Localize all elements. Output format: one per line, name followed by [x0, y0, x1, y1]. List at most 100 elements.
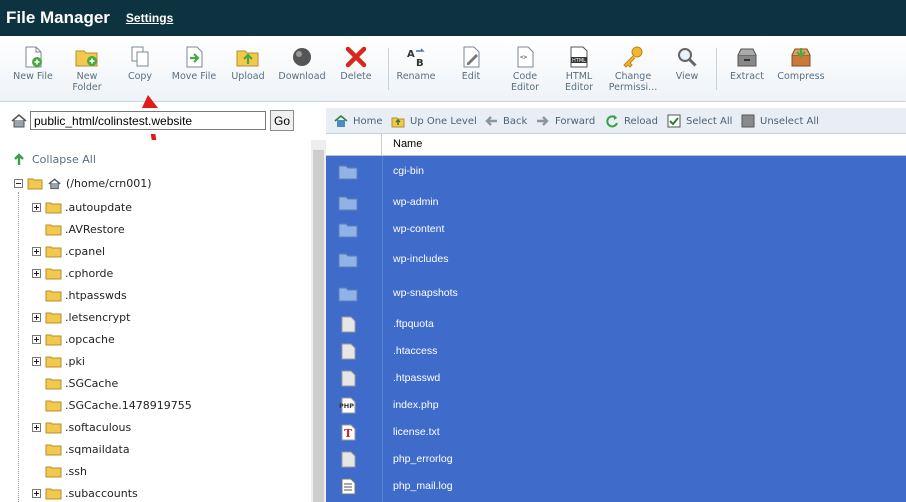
tree-item[interactable]: .autoupdate [32, 199, 132, 215]
compress-icon [791, 48, 811, 67]
tree-item-label: .SGCache [65, 376, 119, 390]
copy-button[interactable]: Copy [110, 46, 170, 82]
file-row[interactable]: wp-admin [326, 189, 906, 216]
svg-text:PHP: PHP [339, 402, 354, 410]
expand-toggle-icon[interactable] [32, 422, 41, 432]
tree-item-label: .cphorde [65, 266, 114, 280]
expand-toggle-icon[interactable] [32, 312, 41, 322]
file-row[interactable]: .ftpquota [326, 311, 906, 338]
file-name: wp-snapshots [393, 287, 458, 299]
tree-item[interactable]: .SGCache [45, 375, 118, 391]
tree-item[interactable]: .cphorde [32, 265, 113, 281]
expand-toggle-icon[interactable] [32, 488, 41, 498]
tool-label: HTML Editor [564, 71, 594, 93]
collapse-toggle-icon[interactable] [14, 179, 23, 188]
folder-icon [45, 466, 62, 477]
file-row[interactable]: php_mail.log [326, 473, 906, 500]
new-folder-icon [75, 50, 98, 67]
name-column-header[interactable]: Name [393, 138, 422, 150]
file-row[interactable]: PHP index.php [326, 392, 906, 419]
up-one-level-button[interactable]: Up One Level [391, 114, 477, 128]
tree-item[interactable]: .SGCache.1478919755 [45, 397, 192, 413]
page-title: File Manager [6, 8, 110, 27]
folder-icon [45, 422, 62, 433]
select-all-label: Select All [686, 115, 733, 127]
unselect-all-button[interactable]: Unselect All [741, 114, 819, 128]
download-icon [293, 48, 311, 66]
folder-tree: Collapse All (/home/crn001) .autoupdate.… [0, 140, 311, 502]
expand-toggle-icon[interactable] [32, 334, 41, 344]
magnifier-icon [678, 48, 697, 67]
back-arrow-icon [485, 116, 497, 126]
html-editor-button[interactable]: HTML HTML Editor [549, 46, 609, 93]
expand-toggle-icon[interactable] [32, 268, 41, 278]
compress-button[interactable]: Compress [771, 46, 831, 82]
file-row[interactable]: cgi-bin [326, 158, 906, 185]
code-editor-button[interactable]: <> Code Editor [495, 46, 555, 93]
open-folder-icon [27, 178, 43, 190]
path-input[interactable] [30, 111, 266, 130]
file-name: php_mail.log [393, 480, 453, 492]
checkbox-checked-icon [667, 114, 681, 128]
expand-toggle-icon[interactable] [32, 356, 41, 366]
tree-item[interactable]: .sqmaildata [45, 441, 130, 457]
file-list-header: Name [326, 134, 906, 156]
go-button[interactable]: Go [270, 110, 294, 131]
tree-item[interactable]: .letsencrypt [32, 309, 130, 325]
extract-button[interactable]: Extract [717, 46, 777, 82]
back-button[interactable]: Back [484, 114, 527, 128]
home-directory-icon [11, 114, 27, 128]
forward-button[interactable]: Forward [536, 114, 595, 128]
file-row[interactable]: .htaccess [326, 338, 906, 365]
scrollbar-thumb[interactable] [313, 150, 324, 502]
settings-link[interactable]: Settings [126, 11, 173, 25]
tree-item[interactable]: .subaccounts [32, 485, 138, 501]
move-file-button[interactable]: Move File [164, 46, 224, 82]
tree-root[interactable]: (/home/crn001) [14, 177, 152, 190]
download-button[interactable]: Download [272, 46, 332, 82]
file-row[interactable]: wp-snapshots [326, 280, 906, 307]
tool-label: Extract [729, 71, 765, 82]
rename-icon: AB [407, 48, 425, 68]
collapse-all-label: Collapse All [32, 152, 96, 166]
svg-text:A: A [407, 49, 415, 60]
expand-toggle-icon[interactable] [32, 246, 41, 256]
collapse-all-button[interactable]: Collapse All [12, 152, 96, 166]
edit-icon [463, 46, 480, 68]
delete-button[interactable]: Delete [326, 46, 386, 82]
tree-item[interactable]: .cpanel [32, 243, 105, 259]
tree-item[interactable]: .htpasswds [45, 287, 127, 303]
rename-button[interactable]: AB Rename [386, 46, 446, 82]
file-row[interactable]: php_errorlog [326, 446, 906, 473]
folder-up-icon [391, 117, 405, 128]
file-row[interactable]: wp-includes [326, 246, 906, 273]
tool-label: Compress [777, 71, 825, 82]
file-row[interactable]: Tlicense.txt [326, 419, 906, 446]
tree-item-label: .pki [65, 354, 85, 368]
upload-button[interactable]: Upload [218, 46, 278, 82]
view-button[interactable]: View [657, 46, 717, 82]
tool-label: Edit [461, 71, 481, 82]
new-file-button[interactable]: New File [3, 46, 63, 82]
file-name: cgi-bin [393, 165, 424, 177]
tree-item[interactable]: .pki [32, 353, 85, 369]
tool-label: New File [13, 71, 53, 82]
tree-item[interactable]: .ssh [45, 463, 87, 479]
home-button[interactable]: Home [334, 114, 383, 128]
tree-item[interactable]: .opcache [32, 331, 115, 347]
navigation-bar: Home Up One Level Back Forward Reload Se… [326, 108, 906, 134]
select-all-button[interactable]: Select All [667, 114, 732, 128]
new-folder-button[interactable]: New Folder [57, 46, 117, 93]
file-row[interactable]: wp-content [326, 216, 906, 243]
change-permissions-button[interactable]: Change Permissi... [603, 46, 663, 93]
reload-label: Reload [624, 115, 659, 127]
file-name: .htaccess [393, 345, 438, 357]
reload-button[interactable]: Reload [605, 114, 658, 128]
edit-button[interactable]: Edit [441, 46, 501, 82]
tree-scrollbar[interactable] [311, 140, 326, 502]
tree-item[interactable]: .softaculous [32, 419, 131, 435]
file-row[interactable]: .htpasswd [326, 365, 906, 392]
folder-icon [45, 488, 62, 499]
expand-toggle-icon[interactable] [32, 202, 41, 212]
tree-item[interactable]: .AVRestore [45, 221, 125, 237]
